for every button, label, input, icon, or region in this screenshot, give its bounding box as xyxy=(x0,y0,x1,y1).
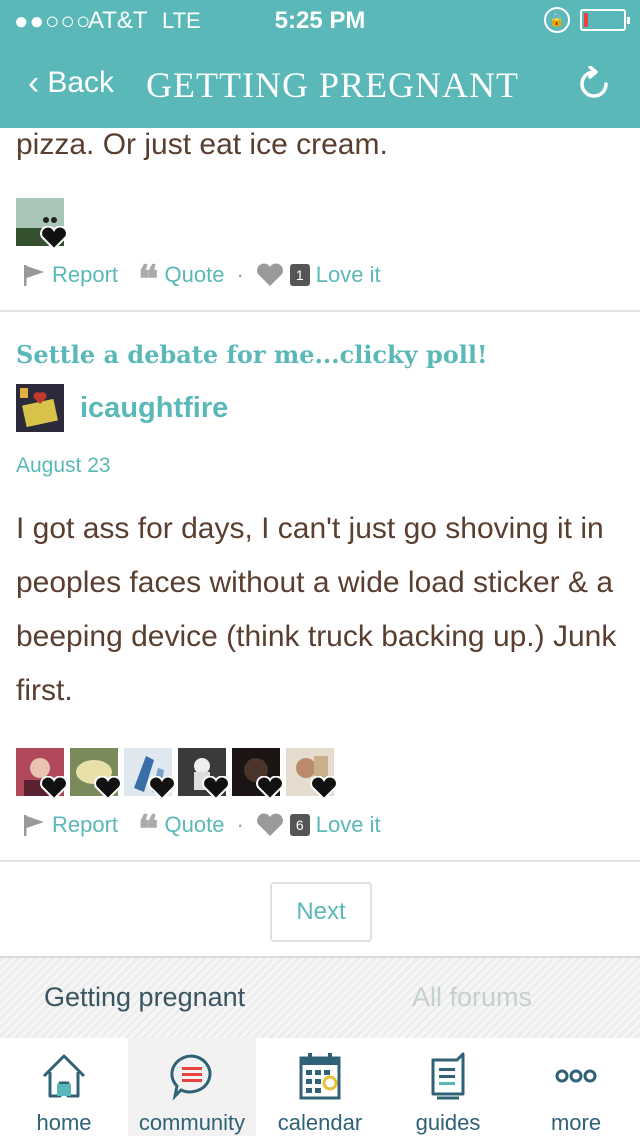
report-label: Report xyxy=(52,262,119,287)
page-title: GETTING PREGNANT xyxy=(146,65,519,105)
calendar-icon xyxy=(299,1053,341,1100)
heart-icon xyxy=(256,776,284,800)
tab-label: guides xyxy=(415,1110,481,1135)
tab-guides[interactable]: guides xyxy=(384,1038,512,1136)
post-lovers xyxy=(16,748,338,800)
tab-more[interactable]: more xyxy=(512,1038,640,1136)
quote-button[interactable]: ❝ Quote xyxy=(138,809,225,851)
tab-calendar[interactable]: calendar xyxy=(256,1038,384,1136)
heart-icon xyxy=(94,776,122,800)
quote-label: Quote xyxy=(164,812,225,837)
rotation-lock-icon: 🔒 xyxy=(544,7,570,33)
quote-icon: ❝ xyxy=(138,259,159,301)
lover-avatar[interactable] xyxy=(16,198,68,250)
more-dots-icon xyxy=(555,1069,597,1083)
separator-dot: · xyxy=(236,262,244,287)
flag-icon xyxy=(24,265,44,286)
heart-icon xyxy=(256,263,283,286)
tab-label: calendar xyxy=(277,1110,363,1135)
back-label: Back xyxy=(47,66,115,99)
author-avatar[interactable] xyxy=(16,384,64,432)
next-page-button[interactable]: Next xyxy=(270,882,372,942)
tab-label: more xyxy=(550,1110,602,1135)
author-name[interactable]: icaughtfire xyxy=(80,392,228,425)
heart-icon xyxy=(310,776,338,800)
love-button[interactable]: 1 Love it xyxy=(256,262,381,288)
report-button[interactable]: Report xyxy=(22,812,118,838)
quote-label: Quote xyxy=(164,262,225,287)
all-forums-link[interactable]: All forums xyxy=(412,982,532,1013)
previous-post-lovers xyxy=(16,198,68,250)
status-bar: ●●○○○ AT&T LTE 5:25 PM 🔒 xyxy=(0,0,640,40)
home-icon xyxy=(42,1054,86,1098)
lover-avatar[interactable] xyxy=(178,748,230,800)
post-title[interactable]: Settle a debate for me...clicky poll! xyxy=(16,340,488,369)
love-label: Love it xyxy=(315,812,381,837)
heart-icon xyxy=(202,776,230,800)
quote-icon: ❝ xyxy=(138,809,159,851)
refresh-icon[interactable] xyxy=(576,66,612,102)
tab-label: home xyxy=(36,1110,92,1135)
heart-icon xyxy=(148,776,176,800)
heart-icon xyxy=(40,776,68,800)
post-date: August 23 xyxy=(16,454,111,477)
post-body: I got ass for days, I can't just go shov… xyxy=(16,512,617,707)
lover-avatar[interactable] xyxy=(232,748,284,800)
heart-icon xyxy=(40,226,68,250)
love-count-badge: 1 xyxy=(289,264,310,286)
lover-avatar[interactable] xyxy=(124,748,176,800)
tab-home[interactable]: home xyxy=(0,1038,128,1136)
post-divider xyxy=(0,310,640,312)
heart-icon xyxy=(256,813,283,836)
nav-bar: ‹ Back GETTING PREGNANT xyxy=(0,40,640,128)
current-forum-link[interactable]: Getting pregnant xyxy=(44,982,245,1013)
tab-community[interactable]: community xyxy=(128,1038,256,1136)
report-label: Report xyxy=(52,812,119,837)
lover-avatar[interactable] xyxy=(286,748,338,800)
separator-dot: · xyxy=(236,812,244,837)
tab-label: community xyxy=(138,1110,246,1135)
flag-icon xyxy=(24,815,44,836)
guide-document-icon xyxy=(431,1052,465,1100)
love-button[interactable]: 6 Love it xyxy=(256,812,381,838)
previous-post-actions: Report ❝ Quote · 1 Love it xyxy=(22,259,381,301)
report-button[interactable]: Report xyxy=(22,262,118,288)
love-label: Love it xyxy=(315,262,381,287)
top-bar: ●●○○○ AT&T LTE 5:25 PM 🔒 ‹ Back GETTING … xyxy=(0,0,640,128)
post-author[interactable]: icaughtfire xyxy=(16,384,228,432)
quote-button[interactable]: ❝ Quote xyxy=(138,259,225,301)
tab-bar: home community calendar guides more xyxy=(0,1038,640,1136)
back-button[interactable]: ‹ Back xyxy=(28,66,114,100)
love-count-badge: 6 xyxy=(289,814,310,836)
chat-bubble-icon xyxy=(170,1054,212,1101)
chevron-left-icon: ‹ xyxy=(28,64,40,102)
post-divider xyxy=(0,860,640,862)
previous-post-text: pizza. Or just eat ice cream. xyxy=(16,128,388,161)
battery-icon xyxy=(580,9,630,31)
lover-avatar[interactable] xyxy=(70,748,122,800)
forum-bar: Getting pregnant All forums xyxy=(0,956,640,1038)
lover-avatar[interactable] xyxy=(16,748,68,800)
post-actions: Report ❝ Quote · 6 Love it xyxy=(22,809,381,851)
